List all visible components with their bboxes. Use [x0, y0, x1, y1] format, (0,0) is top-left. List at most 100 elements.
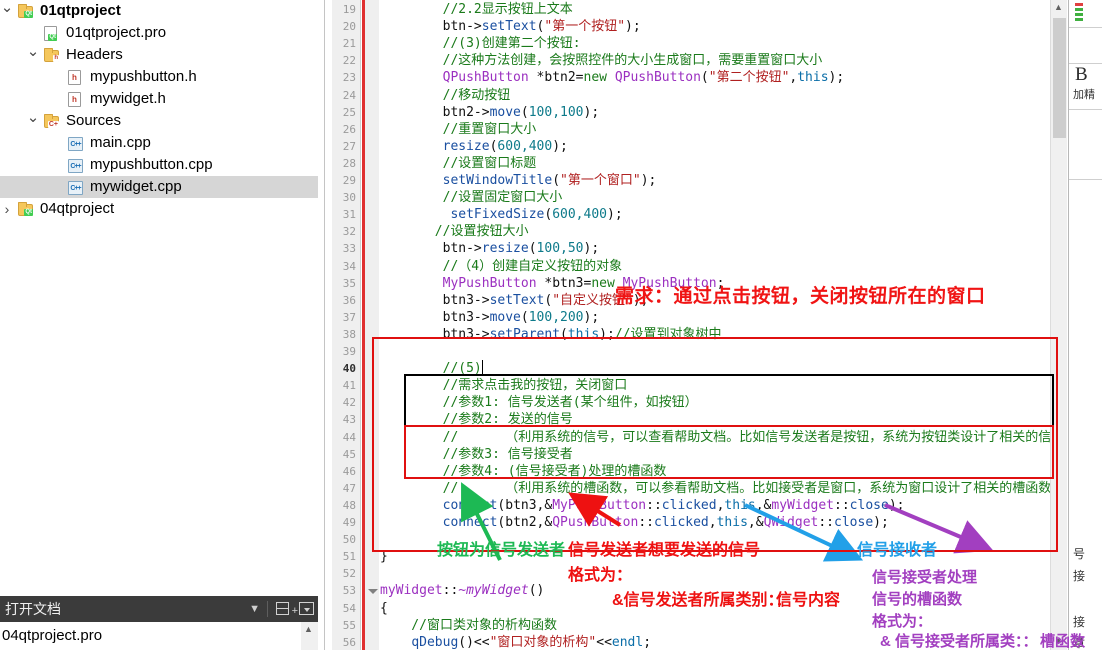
- tree-item-label: Headers: [66, 44, 123, 66]
- vertical-splitter[interactable]: [318, 0, 332, 650]
- right-panel-fragment-2: 接: [1073, 567, 1085, 584]
- qt-badge: Qt: [24, 209, 33, 216]
- line-number: 33: [332, 240, 356, 257]
- line-number: 46: [332, 463, 356, 480]
- open-documents-scrollbar[interactable]: [301, 622, 318, 650]
- line-number: 55: [332, 617, 356, 634]
- line-number: 31: [332, 206, 356, 223]
- code-line: {: [380, 600, 388, 617]
- code-line: }: [380, 548, 388, 565]
- chevron-right-icon[interactable]: ›: [0, 198, 14, 220]
- code-line: QPushButton *btn2=new QPushButton("第二个按钮…: [380, 69, 844, 86]
- fold-toggle-icon[interactable]: [367, 582, 378, 599]
- line-number: 39: [332, 343, 356, 360]
- qt-project-folder-icon: Qt: [18, 204, 33, 216]
- tree-item-main-cpp[interactable]: C++ main.cpp: [0, 132, 318, 154]
- code-line: myWidget::~myWidget(): [380, 582, 544, 599]
- line-number: 32: [332, 223, 356, 240]
- code-line: //参数1: 信号发送者(某个组件，如按钮）: [380, 394, 698, 411]
- code-line: //重置窗口大小: [380, 121, 536, 138]
- code-line: connect(btn3,&MyPushButton::clicked,this…: [380, 497, 904, 514]
- qt-badge: Qt: [48, 34, 57, 41]
- line-number: 19: [332, 1, 356, 18]
- open-documents-header: 打开文档 ▼ +: [0, 596, 318, 622]
- tree-item-mypushbutton-cpp[interactable]: C++mypushbutton.cpp: [0, 154, 318, 176]
- qt-creator-window: ⌄Qt01qtprojectQt01qtproject.pro⌄hHeaders…: [0, 0, 1102, 650]
- code-line: //参数2: 发送的信号: [380, 411, 573, 428]
- line-number: 43: [332, 411, 356, 428]
- line-number: 37: [332, 309, 356, 326]
- line-number: 24: [332, 87, 356, 104]
- line-number: 20: [332, 18, 356, 35]
- line-number: 50: [332, 531, 356, 548]
- tree-item-01qtproject-pro[interactable]: Qt01qtproject.pro: [0, 22, 318, 44]
- code-line: btn->resize(100,50);: [380, 240, 599, 257]
- line-number: 22: [332, 52, 356, 69]
- code-line: //设置按钮大小: [380, 223, 528, 240]
- tree-item-01qtproject[interactable]: ⌄Qt01qtproject: [0, 0, 318, 22]
- line-number: 48: [332, 497, 356, 514]
- scroll-up-arrow-icon[interactable]: [1051, 0, 1068, 17]
- right-panel-cell-blank1: [1069, 28, 1102, 64]
- code-line: btn3->setText("自定义按钮");: [380, 292, 649, 309]
- tree-item-sources[interactable]: ⌄C+Sources: [0, 110, 318, 132]
- code-line: //(5): [380, 360, 483, 377]
- code-line: btn->setText("第一个按钮");: [380, 18, 641, 35]
- chevron-down-icon[interactable]: ⌄: [26, 107, 40, 129]
- code-editor[interactable]: 19 //2.2显示按钮上文本20 btn->setText("第一个按钮");…: [332, 0, 1050, 650]
- chevron-down-icon[interactable]: ⌄: [26, 41, 40, 63]
- tree-item-mywidget-cpp[interactable]: C++ mywidget.cpp: [0, 176, 318, 198]
- toolbar-separator: [267, 601, 268, 617]
- headers-folder-icon: h: [44, 50, 59, 62]
- scrollbar-thumb[interactable]: [1053, 18, 1066, 138]
- code-line: //(3)创建第二个按钮:: [380, 35, 581, 52]
- line-number: 25: [332, 104, 356, 121]
- open-documents-dropdown-icon[interactable]: ▼: [249, 596, 260, 622]
- editor-vertical-scrollbar[interactable]: [1050, 0, 1067, 650]
- line-number: 44: [332, 429, 356, 446]
- code-line: btn3->move(100,200);: [380, 309, 599, 326]
- line-number: 26: [332, 121, 356, 138]
- code-line: //（4）创建自定义按钮的对象: [380, 258, 622, 275]
- line-number: 45: [332, 446, 356, 463]
- line-number: 53: [332, 582, 356, 599]
- tree-item-04qtproject[interactable]: ›Qt04qtproject: [0, 198, 318, 220]
- dropdown-close-icon[interactable]: [299, 602, 314, 615]
- line-number: 42: [332, 394, 356, 411]
- right-panel-cell-letter: B 加精: [1069, 64, 1102, 110]
- line-number: 36: [332, 292, 356, 309]
- text-caret: [482, 360, 483, 374]
- line-number: 49: [332, 514, 356, 531]
- sources-folder-icon: C+: [44, 116, 59, 128]
- line-number: 51: [332, 548, 356, 565]
- scroll-down-arrow-icon[interactable]: [1051, 633, 1068, 650]
- open-documents-list: 04qtproject.pro: [0, 622, 318, 650]
- tree-item-mypushbutton-h[interactable]: hmypushbutton.h: [0, 66, 318, 88]
- code-line: resize(600,400);: [380, 138, 568, 155]
- tree-item-headers[interactable]: ⌄ h Headers: [0, 44, 318, 66]
- tree-item-mywidget-h[interactable]: hmywidget.h: [0, 88, 318, 110]
- line-number: 47: [332, 480, 356, 497]
- code-line: qDebug()<<"窗口对象的析构"<<endl;: [380, 634, 651, 650]
- cpp-file-icon: C++: [68, 181, 83, 195]
- line-number: 38: [332, 326, 356, 343]
- open-document-item[interactable]: 04qtproject.pro: [0, 622, 318, 650]
- tree-item-label: main.cpp: [90, 132, 151, 154]
- line-number: 21: [332, 35, 356, 52]
- line-number: 27: [332, 138, 356, 155]
- code-line: //设置窗口标题: [380, 155, 536, 172]
- cpp-file-icon: C++: [68, 137, 83, 151]
- line-number: 52: [332, 565, 356, 582]
- line-number: 34: [332, 258, 356, 275]
- tree-item-label: mywidget.cpp: [90, 176, 182, 198]
- splitter-line: [324, 0, 325, 650]
- right-panel-letter: B: [1069, 64, 1102, 86]
- code-line: btn2->move(100,100);: [380, 104, 599, 121]
- fold-column[interactable]: [365, 0, 379, 650]
- tree-item-label: mypushbutton.h: [90, 66, 197, 88]
- line-number: 29: [332, 172, 356, 189]
- line-number: 23: [332, 69, 356, 86]
- chevron-down-icon[interactable]: ⌄: [0, 0, 14, 19]
- code-line: //参数3: 信号接受者: [380, 446, 573, 463]
- line-number: 54: [332, 600, 356, 617]
